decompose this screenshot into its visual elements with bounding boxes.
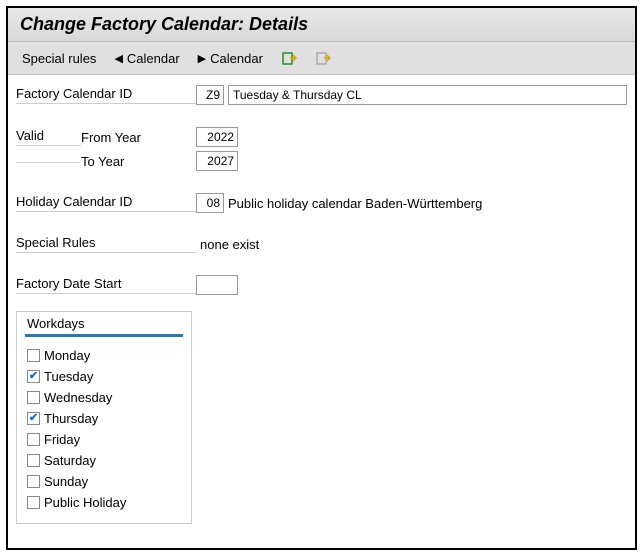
holiday-calendar-desc: Public holiday calendar Baden-Württember… — [228, 196, 482, 211]
special-rules-button[interactable]: Special rules — [16, 47, 102, 70]
workday-checkbox[interactable] — [27, 370, 40, 383]
factory-calendar-id-label: Factory Calendar ID — [16, 86, 196, 104]
transport-icon[interactable] — [275, 46, 303, 70]
form-content: Factory Calendar ID Valid From Year To Y… — [8, 75, 635, 534]
workday-label: Wednesday — [44, 390, 112, 405]
workday-checkbox[interactable] — [27, 349, 40, 362]
workday-label: Monday — [44, 348, 90, 363]
holiday-calendar-id-input[interactable] — [196, 193, 224, 213]
factory-calendar-window: Change Factory Calendar: Details Special… — [6, 6, 637, 550]
factory-calendar-desc-input[interactable] — [228, 85, 627, 105]
valid-spacer — [16, 160, 81, 163]
calendar-prev-label: Calendar — [127, 51, 180, 66]
workday-checkbox[interactable] — [27, 475, 40, 488]
page-title: Change Factory Calendar: Details — [8, 8, 635, 42]
workday-label: Friday — [44, 432, 80, 447]
workdays-panel: Workdays Monday Tuesday Wednesday Thursday F… — [16, 311, 192, 524]
workday-checkbox[interactable] — [27, 454, 40, 467]
factory-date-start-input[interactable] — [196, 275, 238, 295]
workday-row: Thursday — [25, 408, 183, 429]
arrow-left-icon: ◀ — [114, 52, 122, 65]
factory-calendar-id-input[interactable] — [196, 85, 224, 105]
from-year-input[interactable] — [196, 127, 238, 147]
workday-checkbox[interactable] — [27, 496, 40, 509]
workday-row: Friday — [25, 429, 183, 450]
calendar-next-button[interactable]: ▶ Calendar — [192, 47, 269, 70]
holiday-calendar-id-label: Holiday Calendar ID — [16, 194, 196, 212]
workday-row: Tuesday — [25, 366, 183, 387]
document-icon[interactable] — [309, 46, 337, 70]
workday-row: Monday — [25, 345, 183, 366]
toolbar: Special rules ◀ Calendar ▶ Calendar — [8, 42, 635, 75]
workday-label: Sunday — [44, 474, 88, 489]
workday-label: Tuesday — [44, 369, 93, 384]
workday-row: Sunday — [25, 471, 183, 492]
special-rules-value: none exist — [200, 237, 259, 252]
workday-checkbox[interactable] — [27, 391, 40, 404]
valid-label: Valid — [16, 128, 81, 146]
workday-label: Public Holiday — [44, 495, 126, 510]
workday-row: Public Holiday — [25, 492, 183, 513]
workday-checkbox[interactable] — [27, 412, 40, 425]
workdays-title: Workdays — [25, 312, 183, 337]
from-year-label: From Year — [81, 130, 196, 145]
arrow-right-icon: ▶ — [198, 52, 206, 65]
workday-row: Wednesday — [25, 387, 183, 408]
workday-row: Saturday — [25, 450, 183, 471]
workday-label: Thursday — [44, 411, 98, 426]
to-year-input[interactable] — [196, 151, 238, 171]
workday-checkbox[interactable] — [27, 433, 40, 446]
factory-date-start-label: Factory Date Start — [16, 276, 196, 294]
workday-label: Saturday — [44, 453, 96, 468]
to-year-label: To Year — [81, 154, 196, 169]
calendar-next-label: Calendar — [210, 51, 263, 66]
special-rules-label: Special Rules — [16, 235, 196, 253]
calendar-prev-button[interactable]: ◀ Calendar — [108, 47, 185, 70]
